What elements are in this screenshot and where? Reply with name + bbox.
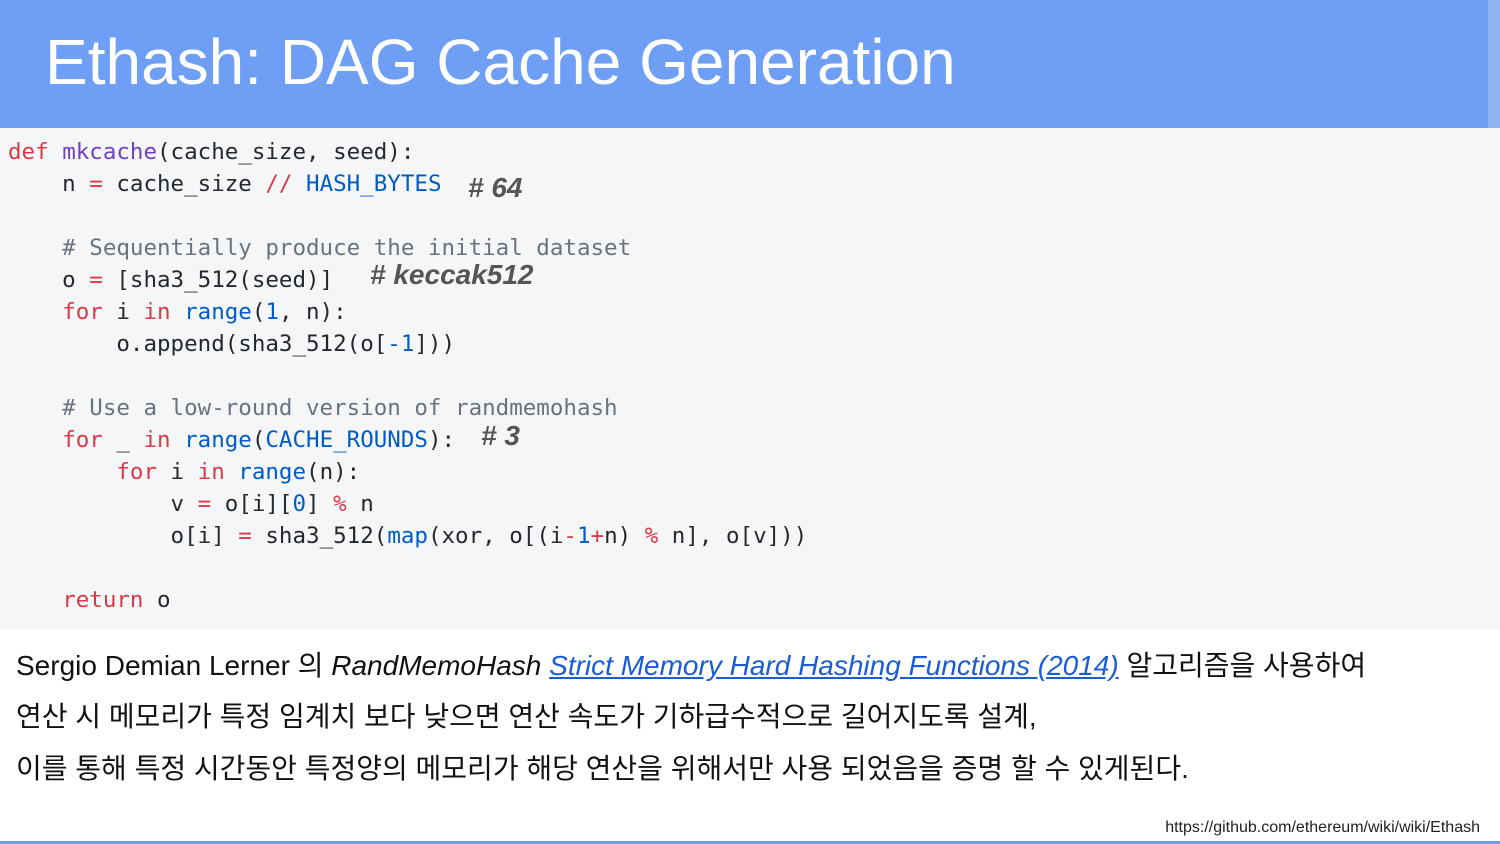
- annotation-keccak: # keccak512: [370, 259, 534, 290]
- description-line-1: Sergio Demian Lerner 의 RandMemoHash Stri…: [16, 648, 1366, 684]
- description-line-3: 이를 통해 특정 시간동안 특정양의 메모리가 해당 연산을 위해서만 사용 되…: [16, 753, 1189, 784]
- header-edge-strip: [1488, 0, 1500, 128]
- in-keyword: in: [197, 459, 225, 485]
- code-text: v: [8, 491, 198, 517]
- code-text: _: [102, 427, 144, 453]
- paper-link[interactable]: Strict Memory Hard Hashing Functions (20…: [549, 650, 1119, 681]
- annotation-hash-bytes: # 64: [468, 172, 523, 203]
- code-text: cache_size: [102, 171, 266, 197]
- in-keyword: in: [143, 427, 171, 453]
- for-keyword: for: [62, 427, 103, 453]
- code-text: sha3_512(: [251, 523, 388, 549]
- assign-operator: =: [197, 491, 212, 517]
- number-literal: 1: [576, 523, 591, 549]
- code-text: n: [346, 491, 374, 517]
- code-line-def: def mkcache(cache_size, seed):: [8, 136, 414, 168]
- code-comment-randmemohash: # Use a low-round version of randmemohas…: [8, 395, 618, 421]
- range-builtin: range: [238, 459, 307, 485]
- code-text: o[i][: [211, 491, 293, 517]
- description-line-2: 연산 시 메모리가 특정 임계치 보다 낮으면 연산 속도가 기하급수적으로 길…: [16, 701, 1037, 732]
- code-text: o.append(sha3_512(o[: [8, 331, 388, 357]
- code-line-n: n = cache_size // HASH_BYTES: [8, 168, 442, 200]
- return-keyword: return: [62, 587, 144, 613]
- hash-bytes-constant: HASH_BYTES: [306, 171, 442, 197]
- number-literal: 0: [292, 491, 307, 517]
- code-text: (n):: [306, 459, 361, 485]
- cache-rounds-constant: CACHE_ROUNDS: [265, 427, 428, 453]
- code-line-for-range: for i in range(1, n):: [8, 296, 347, 328]
- for-keyword: for: [62, 299, 103, 325]
- function-name: mkcache: [62, 139, 158, 165]
- assign-operator: =: [89, 267, 103, 293]
- floordiv-operator: //: [265, 171, 293, 197]
- code-line-o-init: o = [sha3_512(seed)]: [8, 264, 333, 296]
- code-text: n: [8, 171, 90, 197]
- code-text: [sha3_512(seed)]: [102, 267, 334, 293]
- slide-title: Ethash: DAG Cache Generation: [45, 26, 956, 98]
- map-builtin: map: [387, 523, 428, 549]
- slide-header: Ethash: DAG Cache Generation: [0, 0, 1488, 128]
- code-text: ])): [414, 331, 456, 357]
- modulo-operator: %: [333, 491, 347, 517]
- def-keyword: def: [8, 139, 49, 165]
- code-block: def mkcache(cache_size, seed): n = cache…: [0, 128, 1500, 630]
- modulo-operator: %: [644, 523, 659, 549]
- code-text: n): [604, 523, 645, 549]
- range-builtin: range: [184, 427, 252, 453]
- code-line-append: o.append(sha3_512(o[-1])): [8, 328, 455, 360]
- code-text: , n):: [278, 299, 347, 325]
- code-text: i: [102, 299, 144, 325]
- code-text: (: [251, 299, 266, 325]
- code-line-for-rounds: for _ in range(CACHE_ROUNDS):: [8, 424, 455, 456]
- code-text: ]: [306, 491, 334, 517]
- code-line-inner-for: for i in range(n):: [8, 456, 360, 488]
- text-space: [541, 650, 549, 681]
- code-text: ):: [427, 427, 456, 453]
- algorithm-name: RandMemoHash: [331, 650, 542, 681]
- code-line-v-assign: v = o[i][0] % n: [8, 488, 374, 520]
- plus-operator: +: [590, 523, 605, 549]
- assign-operator: =: [89, 171, 103, 197]
- range-builtin: range: [184, 299, 252, 325]
- function-params: (cache_size, seed):: [157, 139, 415, 165]
- for-keyword: for: [116, 459, 158, 485]
- code-text: (xor, o[(i: [427, 523, 564, 549]
- code-text: (: [251, 427, 266, 453]
- code-line-return: return o: [8, 584, 171, 616]
- code-text: o: [143, 587, 171, 613]
- code-comment-sequential: # Sequentially produce the initial datas…: [8, 235, 632, 261]
- source-url: https://github.com/ethereum/wiki/wiki/Et…: [1165, 819, 1480, 836]
- minus-operator: -: [563, 523, 577, 549]
- author-name: Sergio Demian Lerner: [16, 650, 298, 681]
- description-text: 알고리즘을 사용하여: [1118, 650, 1367, 681]
- code-text: i: [157, 459, 198, 485]
- in-keyword: in: [143, 299, 171, 325]
- assign-operator: =: [238, 523, 252, 549]
- number-literal: 1: [265, 299, 279, 325]
- code-text: o[i]: [8, 523, 239, 549]
- code-text: n], o[v])): [658, 523, 808, 549]
- code-line-o-update: o[i] = sha3_512(map(xor, o[(i-1+n) % n],…: [8, 520, 808, 552]
- code-text: o: [8, 267, 90, 293]
- annotation-rounds: # 3: [481, 420, 520, 451]
- korean-particle: 의: [297, 650, 332, 681]
- number-literal: -1: [387, 331, 415, 357]
